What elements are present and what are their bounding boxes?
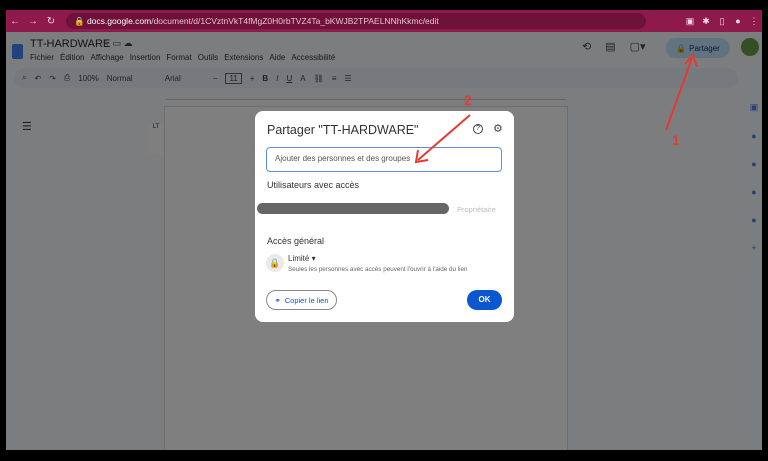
- annotation-1: 1: [672, 132, 680, 148]
- arrow-2: [417, 114, 471, 161]
- annotation-arrows: [414, 53, 698, 164]
- arrow-1: [665, 57, 693, 131]
- annotation-2: 2: [464, 92, 472, 108]
